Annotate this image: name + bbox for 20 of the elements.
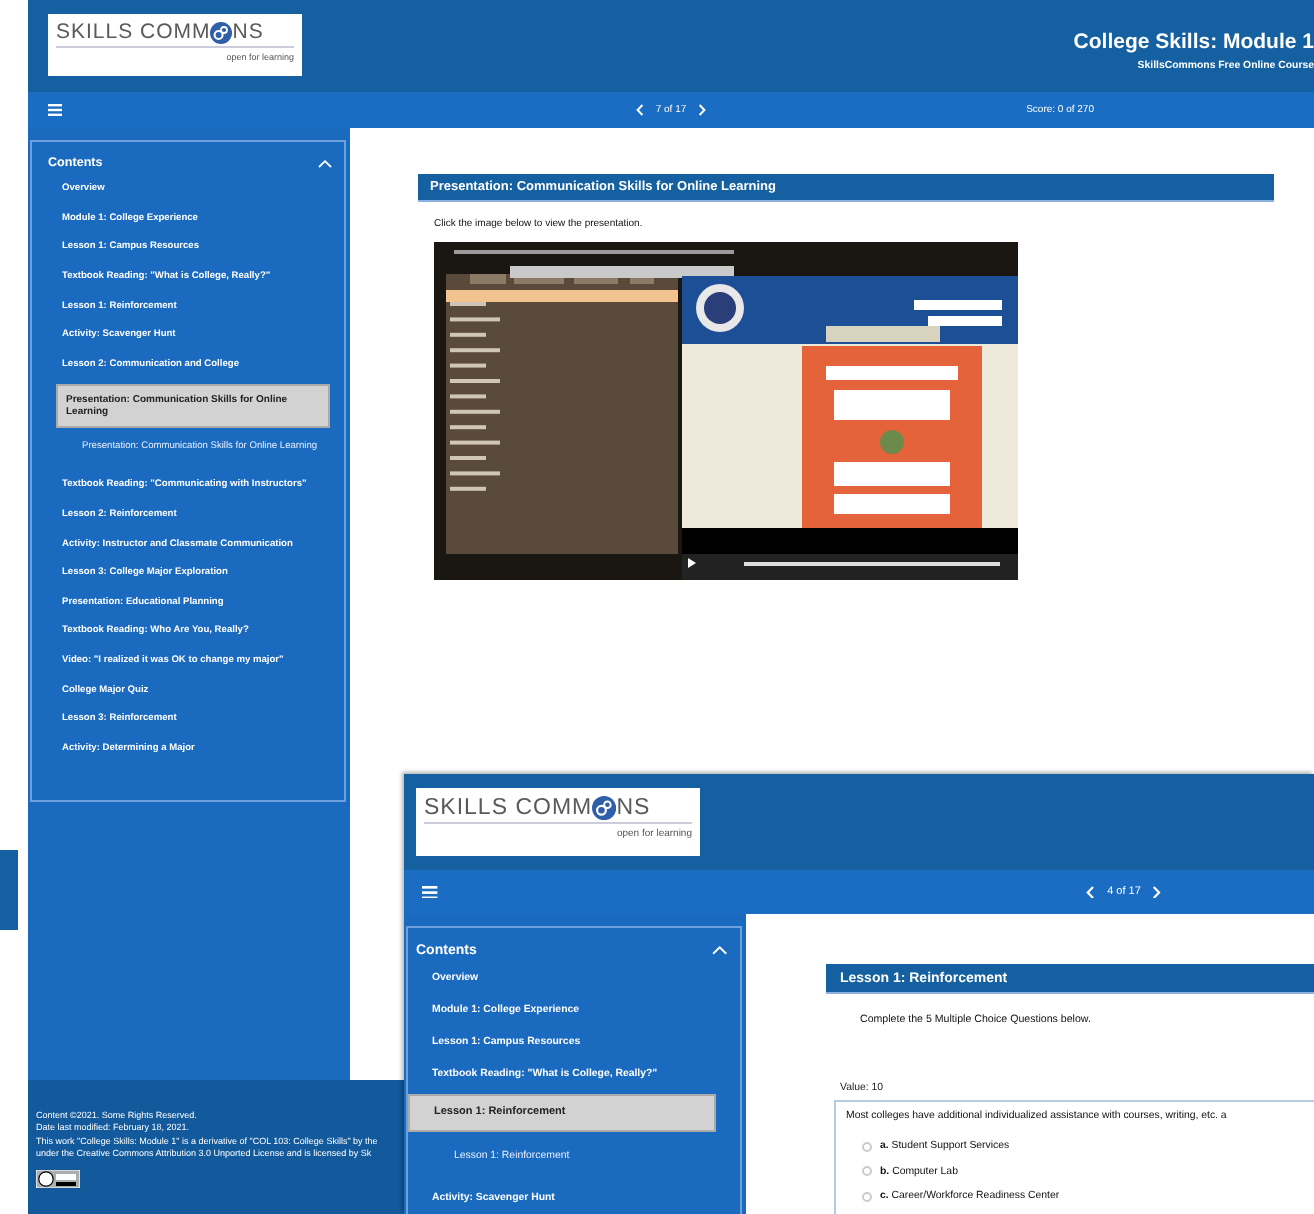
gear-logo-icon bbox=[592, 796, 617, 821]
radio-button[interactable] bbox=[862, 1166, 872, 1177]
logo-text: SKILLS COMM bbox=[56, 20, 211, 44]
license-badge-icon[interactable] bbox=[36, 1170, 80, 1189]
menu-icon[interactable] bbox=[48, 104, 62, 116]
logo-text: NS bbox=[616, 796, 651, 821]
radio-button[interactable] bbox=[862, 1191, 872, 1202]
gear-logo-icon bbox=[210, 21, 233, 43]
course-title: College Skills: Module 1 bbox=[1073, 30, 1314, 54]
collapse-icon[interactable] bbox=[712, 946, 728, 956]
previous-page-icon[interactable] bbox=[1086, 885, 1096, 899]
logo-text: NS bbox=[232, 20, 264, 44]
previous-page-icon[interactable] bbox=[635, 104, 644, 116]
next-page-icon[interactable] bbox=[1152, 885, 1162, 899]
radio-button[interactable] bbox=[862, 1141, 872, 1152]
logo-text: SKILLS COMM bbox=[424, 796, 593, 821]
menu-icon[interactable] bbox=[422, 885, 438, 899]
presentation-player-drawing[interactable] bbox=[434, 242, 1018, 580]
next-page-icon[interactable] bbox=[698, 104, 707, 116]
collapse-icon[interactable] bbox=[318, 159, 332, 167]
